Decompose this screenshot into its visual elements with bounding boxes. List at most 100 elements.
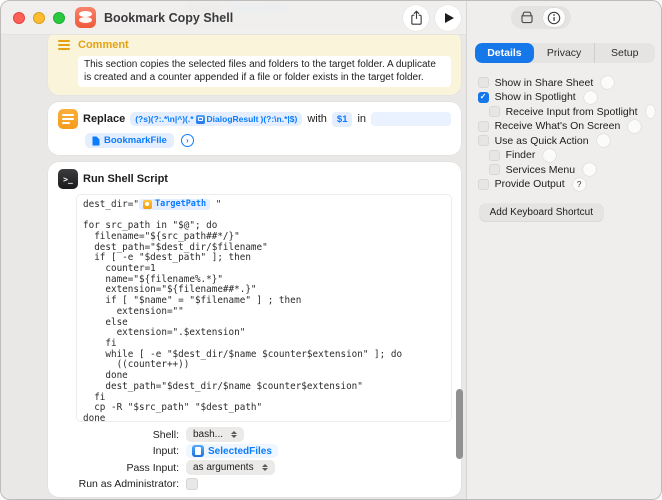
help-icon[interactable] [584,91,597,104]
sidebar-option-row[interactable]: Use as Quick Action [478,135,655,146]
help-icon[interactable]: ? [573,178,586,191]
shortcut-icon [75,7,96,28]
expand-parameters-button[interactable]: › [181,134,194,147]
dialog-result-icon [196,115,205,124]
shortcuts-window: Reveal SelectedFile Bookmark Copy Shell [0,0,662,500]
pass-input-label: Pass Input: [58,462,179,474]
help-icon[interactable] [583,163,596,176]
selectedfiles-token[interactable]: SelectedFiles [186,444,278,458]
regex-prefix: (?s)(?:.*\n|^)(.* [135,114,193,124]
comment-icon [58,40,70,50]
replace-action[interactable]: Replace (?s)(?:.*\n|^)(.* DialogResult )… [48,102,461,155]
option-checkbox[interactable] [489,164,500,175]
replace-target-field[interactable] [371,112,451,126]
option-label: Receive What's On Screen [495,120,621,132]
file-icon [92,136,100,146]
editor-area: Reveal SelectedFile Bookmark Copy Shell [1,1,466,500]
comment-action-title: Comment [78,39,129,51]
play-icon [445,13,454,23]
sidebar-options: Show in Share Sheet ✓ Show in Spotlight … [478,77,655,190]
run-shell-script-action[interactable]: >_ Run Shell Script dest_dir="TargetPath… [48,162,461,497]
targetpath-icon [143,200,152,209]
regex-suffix: )(?:\n.*|$) [261,114,298,124]
inspector-sidebar: DetailsPrivacySetup Show in Share Sheet … [466,1,661,500]
with-label: with [307,113,327,125]
tab-setup[interactable]: Setup [594,43,655,63]
replace-text-icon [58,109,78,129]
pass-input-select[interactable]: as arguments [186,460,275,475]
sidebar-option-row[interactable]: Services Menu [489,164,655,175]
replacement-field[interactable]: $1 [332,112,353,127]
sidebar-option-row[interactable]: Show in Share Sheet [478,77,655,88]
script-editor[interactable]: dest_dir="TargetPath " for src_path in "… [76,194,452,422]
tab-privacy[interactable]: Privacy [534,43,594,63]
run-as-admin-label: Run as Administrator: [58,478,179,490]
sidebar-option-row[interactable]: Receive Input from Spotlight [489,106,655,117]
help-icon[interactable] [628,120,641,133]
option-label: Provide Output [495,178,565,190]
close-window-button[interactable] [13,12,25,24]
info-panel-button[interactable] [543,8,565,27]
option-label: Finder [506,149,536,161]
shell-select[interactable]: bash... [186,427,244,442]
option-checkbox[interactable] [489,150,500,161]
run-shortcut-button[interactable] [435,5,461,31]
option-checkbox[interactable]: ✓ [478,92,489,103]
share-icon [410,10,423,26]
comment-text-field[interactable]: This section copies the selected files a… [78,56,451,87]
share-button[interactable] [403,5,429,31]
input-label: Input: [58,445,179,457]
panel-toggle [511,6,571,29]
comment-action[interactable]: Comment This section copies the selected… [48,31,461,95]
action-library-button[interactable] [516,8,538,27]
bookmarkfile-token[interactable]: BookmarkFile [85,133,174,148]
option-label: Services Menu [506,164,575,176]
sidebar-option-row[interactable]: Receive What's On Screen [478,121,655,132]
add-keyboard-shortcut-button[interactable]: Add Keyboard Shortcut [480,204,603,221]
minimize-window-button[interactable] [33,12,45,24]
vertical-scrollbar[interactable] [456,389,463,459]
option-label: Use as Quick Action [495,135,589,147]
script-code[interactable]: dest_dir="TargetPath " for src_path in "… [83,199,445,422]
shell-label: Shell: [58,429,179,441]
traffic-lights [13,12,65,24]
script-suffix: " [210,199,221,210]
dialog-result-variable[interactable]: DialogResult [207,114,259,124]
actions-canvas: Comment This section copies the selected… [1,1,466,500]
option-checkbox[interactable] [478,77,489,88]
titlebar: Bookmark Copy Shell [1,1,466,35]
option-checkbox[interactable] [489,106,500,117]
option-label: Receive Input from Spotlight [506,106,638,118]
help-icon[interactable] [543,149,556,162]
sidebar-tabs: DetailsPrivacySetup [475,43,655,63]
option-label: Show in Share Sheet [495,77,594,89]
help-icon[interactable] [646,105,656,118]
tab-details[interactable]: Details [475,43,535,63]
script-body: for src_path in "$@"; do filename="${src… [83,220,402,422]
zoom-window-button[interactable] [53,12,65,24]
shell-parameters: Shell: bash... Input: SelectedFiles [58,427,451,491]
option-label: Show in Spotlight [495,91,576,103]
sidebar-option-row[interactable]: Finder [489,150,655,161]
option-checkbox[interactable] [478,179,489,190]
help-icon[interactable] [597,134,610,147]
chevron-updown-icon [262,464,268,471]
shell-action-title: Run Shell Script [83,173,168,185]
info-icon [547,11,561,25]
regex-pattern-field[interactable]: (?s)(?:.*\n|^)(.* DialogResult )(?:\n.*|… [130,112,302,126]
script-prefix: dest_dir=" [83,199,139,210]
targetpath-token[interactable]: TargetPath [139,199,210,210]
replace-action-title: Replace [83,113,125,125]
in-label: in [357,113,366,125]
terminal-icon: >_ [58,169,78,189]
sidebar-option-row[interactable]: ✓ Show in Spotlight [478,92,655,103]
option-checkbox[interactable] [478,135,489,146]
selectedfiles-icon [192,445,204,457]
option-checkbox[interactable] [478,121,489,132]
chevron-updown-icon [231,431,237,438]
window-title: Bookmark Copy Shell [104,11,233,25]
help-icon[interactable] [601,76,614,89]
action-library-icon [520,11,534,24]
sidebar-option-row[interactable]: Provide Output ? [478,179,655,190]
run-as-admin-checkbox[interactable] [186,478,198,490]
